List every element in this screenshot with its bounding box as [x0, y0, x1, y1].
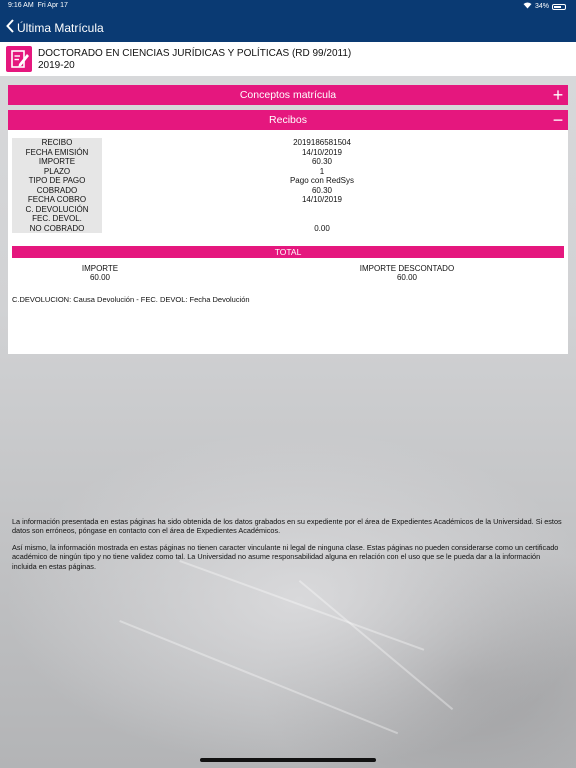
receipt-row: FEC. DEVOL.: [12, 214, 564, 224]
wifi-icon: [523, 2, 532, 11]
receipt-value: 14/10/2019: [301, 195, 343, 204]
status-time: 9:16 AM Fri Apr 17: [8, 2, 68, 9]
receipt-value: 60.30: [311, 157, 333, 166]
edit-document-icon: [6, 46, 32, 72]
receipt-value: [102, 205, 542, 215]
receipt-value: 14/10/2019: [301, 147, 343, 157]
receipt-row: FECHA EMISIÓN 14/10/2019: [12, 147, 564, 157]
back-button[interactable]: Última Matrícula: [6, 19, 104, 36]
receipt-value: 1: [319, 166, 325, 176]
total-importe-value: 60.00: [89, 273, 111, 282]
receipt-label: C. DEVOLUCIÓN: [12, 204, 102, 214]
receipt-label: TIPO DE PAGO: [12, 176, 102, 186]
receipt-label: FECHA COBRO: [12, 195, 102, 205]
total-importe-label: IMPORTE: [81, 264, 119, 273]
recibos-panel: RECIBO 2019186581504 FECHA EMISIÓN 14/10…: [8, 130, 568, 354]
receipt-value: 0.00: [314, 223, 330, 233]
footer-disclaimer-1: La información presentada en estas págin…: [12, 517, 562, 536]
receipt-row: NO COBRADO 0.00: [12, 223, 564, 233]
receipt-value: 2019186581504: [293, 138, 351, 147]
home-indicator[interactable]: [200, 758, 376, 762]
minus-icon[interactable]: −: [550, 110, 566, 130]
background-line: [298, 580, 454, 711]
receipt-row: PLAZO 1: [12, 166, 564, 176]
footer-disclaimer-2: Así mismo, la información mostrada en es…: [12, 543, 559, 571]
navigation-bar: Última Matrícula: [0, 12, 576, 42]
receipt-value: 60.30: [311, 185, 333, 195]
receipt-row: IMPORTE 60.30: [12, 157, 564, 167]
chevron-left-icon: [6, 19, 17, 36]
total-descontado-label: IMPORTE DESCONTADO: [359, 264, 455, 273]
receipt-label: FECHA EMISIÓN: [12, 147, 102, 157]
program-header: DOCTORADO EN CIENCIAS JURÍDICAS Y POLÍTI…: [0, 42, 576, 76]
receipt-value: [102, 214, 542, 224]
legend-note: C.DEVOLUCION: Causa Devolución - FEC. DE…: [12, 295, 250, 304]
battery-icon: [552, 3, 566, 10]
conceptos-label: Conceptos matrícula: [239, 89, 337, 101]
recibos-label: Recibos: [269, 114, 307, 126]
status-bar: 9:16 AM Fri Apr 17 34%: [0, 0, 576, 12]
plus-icon[interactable]: +: [550, 85, 566, 105]
receipt-row: C. DEVOLUCIÓN: [12, 204, 564, 215]
receipt-label: NO COBRADO: [12, 223, 102, 233]
receipt-row: RECIBO 2019186581504: [12, 138, 564, 148]
back-label: Última Matrícula: [17, 20, 104, 35]
program-title: DOCTORADO EN CIENCIAS JURÍDICAS Y POLÍTI…: [38, 48, 352, 59]
receipt-label: FEC. DEVOL.: [12, 214, 102, 224]
total-descontado-value: 60.00: [396, 273, 418, 282]
background-line: [179, 560, 425, 651]
status-indicators: 34%: [523, 2, 566, 11]
battery-percent: 34%: [534, 3, 549, 10]
background-line: [119, 620, 399, 735]
receipt-row: COBRADO 60.30: [12, 185, 564, 195]
recibos-section-header[interactable]: Recibos −: [8, 110, 568, 130]
receipt-row: TIPO DE PAGO Pago con RedSys: [12, 176, 564, 186]
receipt-label: PLAZO: [12, 166, 102, 176]
receipt-label: IMPORTE: [12, 157, 102, 167]
receipt-value: Pago con RedSys: [289, 176, 355, 185]
total-header: TOTAL: [12, 246, 564, 258]
receipt-label: COBRADO: [12, 185, 102, 195]
receipt-label: RECIBO: [12, 138, 102, 148]
receipt-row: FECHA COBRO 14/10/2019: [12, 195, 564, 205]
academic-year: 2019-20: [38, 60, 75, 71]
conceptos-section-header[interactable]: Conceptos matrícula +: [8, 85, 568, 105]
